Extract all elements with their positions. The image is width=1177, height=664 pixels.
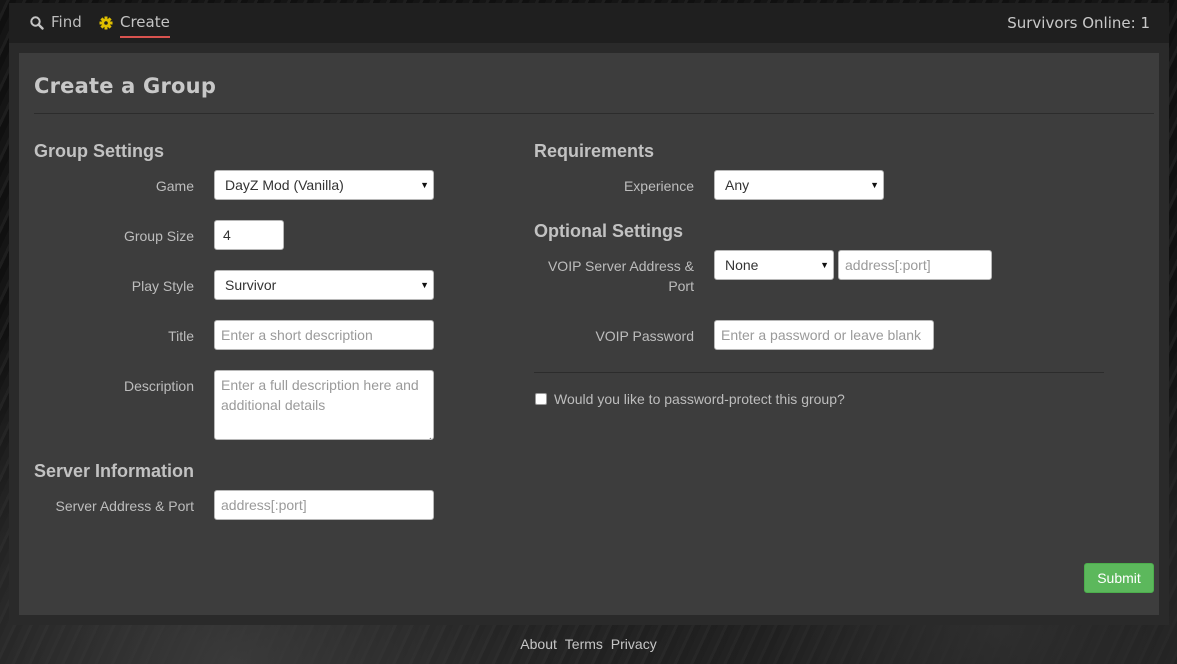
group-size-input[interactable]: 4: [214, 220, 284, 250]
title-divider: [34, 113, 1154, 114]
nav-create-label: Create: [120, 13, 170, 38]
app-window: Find Create Survivors Online: 1 Create a…: [9, 3, 1169, 625]
voip-password-input[interactable]: Enter a password or leave blank: [714, 320, 934, 350]
password-protect-label[interactable]: Would you like to password-protect this …: [554, 389, 845, 409]
survivors-online-count: Survivors Online: 1: [1007, 14, 1150, 32]
experience-select[interactable]: Any ▼: [714, 170, 884, 200]
resize-handle-icon[interactable]: [424, 430, 432, 439]
description-textarea[interactable]: Enter a full description here and additi…: [214, 370, 434, 440]
top-navbar: Find Create Survivors Online: 1: [9, 3, 1169, 43]
nav-find-label: Find: [51, 13, 82, 31]
server-information-heading: Server Information: [34, 461, 195, 481]
caret-down-icon: ▼: [420, 280, 429, 290]
caret-down-icon: ▼: [870, 180, 879, 190]
footer-about-link[interactable]: About: [520, 636, 557, 652]
caret-down-icon: ▼: [420, 180, 429, 190]
nav-find[interactable]: Find: [30, 13, 82, 39]
server-address-label: Server Address & Port: [55, 498, 194, 514]
requirements-heading: Requirements: [534, 141, 655, 161]
game-select[interactable]: DayZ Mod (Vanilla) ▼: [214, 170, 434, 200]
experience-label: Experience: [623, 178, 694, 194]
game-select-value: DayZ Mod (Vanilla): [225, 177, 344, 193]
caret-down-icon: ▼: [820, 260, 829, 270]
title-label: Title: [168, 328, 194, 344]
play-style-select[interactable]: Survivor ▼: [214, 270, 434, 300]
description-label: Description: [123, 378, 194, 394]
nav-create[interactable]: Create: [99, 13, 170, 39]
voip-password-label: VOIP Password: [595, 328, 694, 344]
gear-icon: [99, 15, 113, 31]
voip-type-select[interactable]: None ▼: [714, 250, 834, 280]
server-address-input[interactable]: address[:port]: [214, 490, 434, 520]
group-settings-heading: Group Settings: [34, 141, 164, 161]
voip-type-select-value: None: [725, 257, 759, 273]
play-style-select-value: Survivor: [225, 277, 277, 293]
submit-button[interactable]: Submit: [1084, 563, 1154, 593]
footer-terms-link[interactable]: Terms: [565, 636, 603, 652]
group-size-label: Group Size: [123, 228, 194, 244]
voip-address-label: VOIP Server Address & Port: [547, 258, 694, 294]
voip-address-input[interactable]: address[:port]: [838, 250, 992, 280]
password-protect-checkbox[interactable]: [535, 393, 547, 405]
create-group-panel: Create a Group Group Settings Game DayZ …: [19, 53, 1159, 615]
title-input[interactable]: Enter a short description: [214, 320, 434, 350]
search-icon: [30, 15, 44, 31]
optional-settings-heading: Optional Settings: [534, 221, 684, 241]
description-placeholder: Enter a full description here and additi…: [221, 377, 419, 413]
page-title: Create a Group: [34, 74, 217, 98]
experience-select-value: Any: [725, 177, 750, 193]
game-label: Game: [155, 178, 194, 194]
optional-divider: [534, 372, 1104, 373]
footer: About Terms Privacy: [0, 636, 1177, 652]
play-style-label: Play Style: [131, 278, 194, 294]
footer-privacy-link[interactable]: Privacy: [611, 636, 657, 652]
